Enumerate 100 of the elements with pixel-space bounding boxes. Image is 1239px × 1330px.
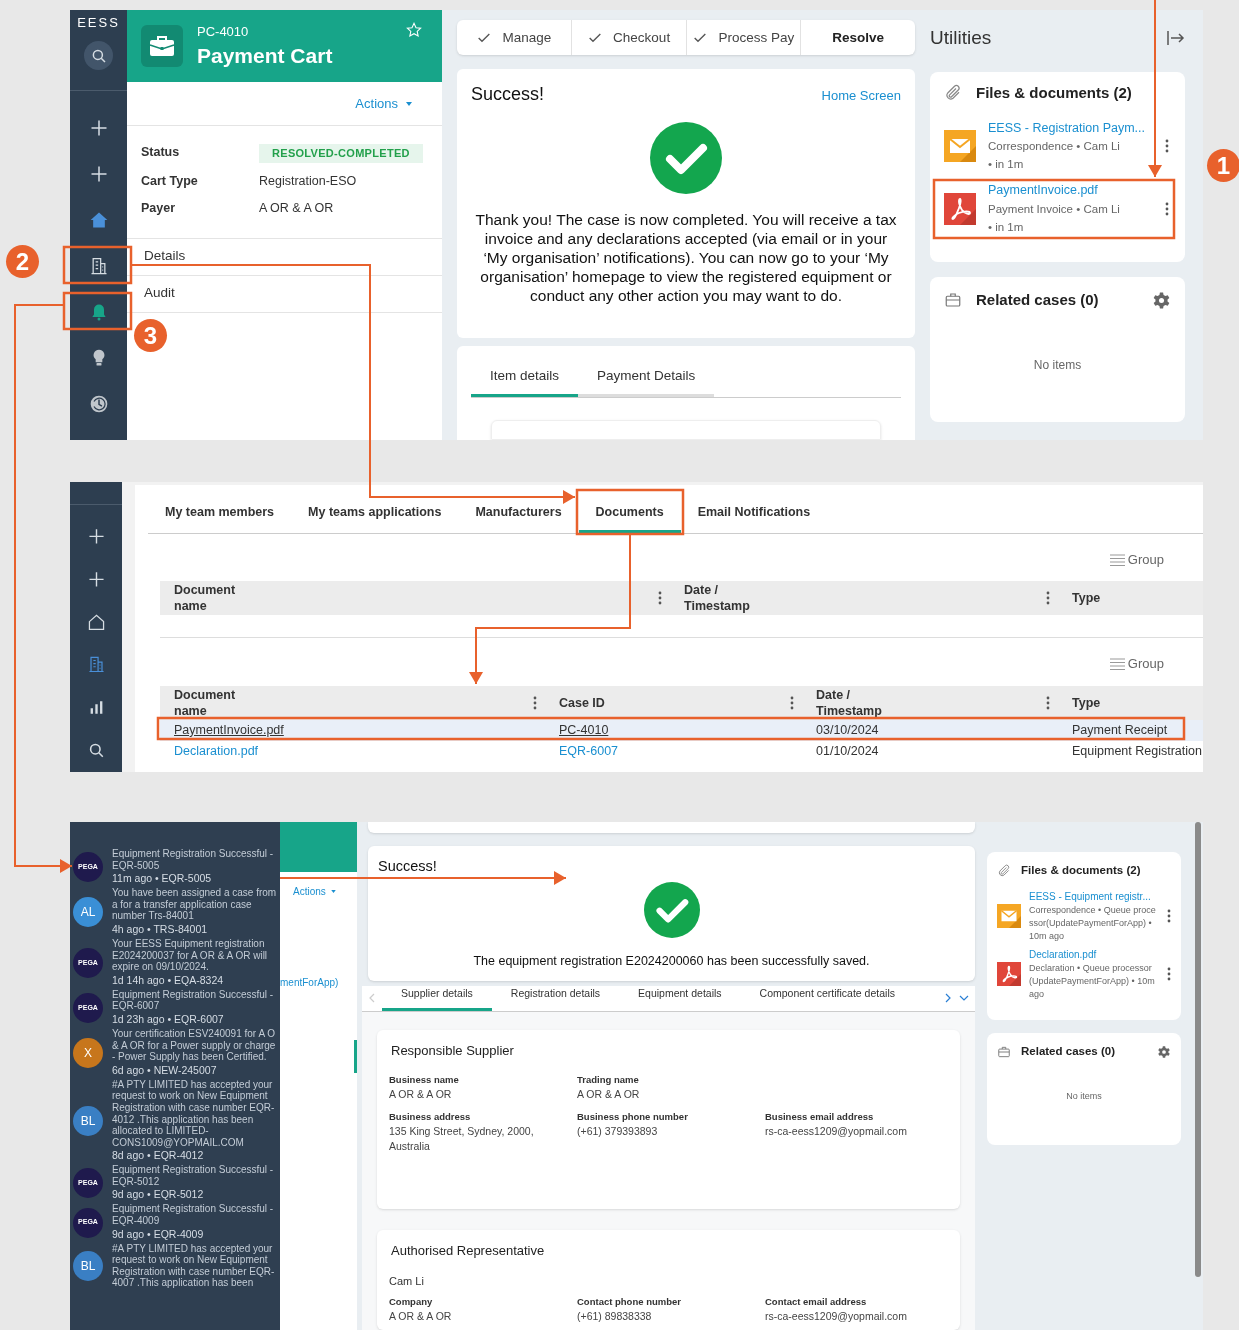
representative-name: Cam Li — [389, 1273, 425, 1289]
field-value: 135 King Street, Sydney, 2000, Australia — [389, 1124, 535, 1154]
success-message: The equipment registration E2024200060 has been successfully saved. — [473, 952, 870, 970]
avatar: BL — [73, 1106, 103, 1136]
avatar: BL — [73, 1250, 103, 1281]
column-header[interactable]: Type — [1058, 581, 1203, 616]
actions-button[interactable]: Actions — [355, 93, 412, 114]
column-header[interactable]: Date / Timestamp — [670, 581, 1058, 616]
notification-text[interactable]: Your EESS Equipment registration E2024200037 for A OR & A OR will expire on 09/10/2024. — [112, 937, 278, 973]
field-label: Contact email address — [765, 1295, 868, 1309]
callout-number: 1 — [1207, 149, 1239, 182]
file-meta: Declaration • Queue processor(UpdatePaymentForApp) • 10m ago — [1029, 962, 1156, 1002]
field-value: A OR & A OR — [577, 1086, 641, 1102]
actions-button[interactable]: Actions — [293, 884, 357, 899]
notification-text[interactable]: #A PTY LIMITED has accepted your request to work on New Equipment Registration with case number EQR-4012 .This application has been allocated to LIMITED-CONS1009@YOPMAIL.COM — [112, 1078, 278, 1149]
field-label: Trading name — [577, 1072, 640, 1087]
tab[interactable]: Component certificate details — [740, 986, 914, 1011]
tab[interactable]: My team members — [148, 491, 292, 533]
field-label: Payer — [141, 199, 177, 217]
status-badge: RESOLVED-COMPLETED — [259, 144, 423, 163]
field-label: Business name — [389, 1072, 460, 1087]
file-meta: Correspondence • Cam Li • in 1m — [988, 139, 1121, 173]
tab[interactable]: Equipment details — [619, 986, 741, 1011]
field-label: Cart Type — [141, 173, 199, 190]
group-button[interactable]: Group — [1109, 549, 1164, 570]
table-link[interactable]: PaymentInvoice.pdf — [160, 720, 545, 740]
tab[interactable]: Registration details — [491, 986, 620, 1011]
table-link[interactable]: PC-4010 — [545, 720, 802, 740]
notification-text[interactable]: Equipment Registration Successful - EQR-5012 — [112, 1164, 278, 1188]
notification-text[interactable]: Equipment Registration Successful - EQR-5005 — [112, 848, 278, 872]
success-message: Thank you! The case is now completed. You will receive a tax invoice and any declarations accepted (via email or in your ‘My organisation’ notifications). You can now go to your ‘My organisation’ homepage to view the registered equipment or conduct any other action you may want to do. — [474, 210, 898, 306]
file-link[interactable]: EESS - Registration Paym... — [988, 118, 1153, 138]
file-link[interactable]: EESS - Equipment registr... — [1029, 889, 1159, 905]
table-link[interactable]: Declaration.pdf — [160, 741, 545, 761]
column-header[interactable]: Document name — [160, 685, 545, 720]
success-title: Success! — [378, 857, 437, 874]
field-value: A OR & A OR — [389, 1309, 453, 1325]
tab[interactable]: Payment Details — [578, 365, 715, 397]
file-link[interactable]: PaymentInvoice.pdf — [988, 181, 1153, 200]
file-link[interactable]: Declaration.pdf — [1029, 947, 1159, 963]
home-screen-link[interactable]: Home Screen — [821, 86, 901, 106]
field-value: A OR & A OR — [389, 1086, 453, 1102]
card-title: Related cases (0) — [1021, 1044, 1116, 1059]
case-id: PC-4010 — [197, 23, 250, 42]
stage[interactable]: Process Pay — [685, 20, 801, 56]
notification-time: 6d ago • NEW-245007 — [112, 1062, 218, 1078]
notification-text[interactable]: Equipment Registration Successful - EQR-4009 — [112, 1203, 278, 1227]
column-header[interactable]: Case ID — [545, 685, 802, 720]
notification-text[interactable]: Equipment Registration Successful - EQR-6007 — [112, 988, 278, 1012]
empty-message: No items — [1032, 356, 1083, 374]
tab[interactable]: Email Notifications — [680, 491, 828, 533]
tab[interactable]: My teams applications — [291, 491, 459, 533]
panel-title: Utilities — [930, 25, 992, 50]
file-meta: Correspondence • Queue processor(UpdatePaymentForApp) • 10m ago — [1029, 904, 1157, 944]
tab[interactable]: Manufacturers — [458, 491, 579, 533]
group-button[interactable]: Group — [1109, 654, 1164, 674]
avatar: X — [73, 1037, 103, 1068]
card-title: Related cases (0) — [976, 290, 1100, 310]
logo: EESS — [77, 14, 120, 32]
section-title: Responsible Supplier — [391, 1042, 515, 1060]
callout-number: 2 — [6, 245, 39, 278]
table-cell-text: 01/10/2024 — [815, 742, 880, 760]
column-header[interactable]: Document name — [160, 581, 670, 616]
field-value: rs-ca-eess1209@yopmail.com — [765, 1309, 908, 1325]
field-label: Business phone number — [577, 1109, 689, 1124]
column-header[interactable]: Date / Timestamp — [802, 685, 1058, 720]
case-title: Payment Cart — [197, 42, 333, 69]
field-value: A OR & A OR — [259, 199, 335, 217]
field-value: Registration-ESO — [259, 173, 358, 190]
notification-time: 8d ago • EQR-4012 — [112, 1148, 205, 1164]
stage[interactable]: Checkout — [570, 20, 686, 56]
field-label: Business address — [389, 1109, 472, 1124]
table-link[interactable]: EQR-6007 — [545, 741, 802, 761]
field-label: Status — [141, 143, 181, 161]
link-fragment: mentForApp) — [280, 976, 340, 990]
card-title: Files & documents (2) — [976, 83, 1132, 103]
notification-time: 1d 14h ago • EQA-8324 — [112, 972, 225, 988]
field-label: Company — [389, 1295, 434, 1309]
notification-time: 9d ago • EQR-4009 — [112, 1226, 205, 1242]
tab[interactable]: Documents — [578, 491, 681, 533]
notification-time: 4h ago • TRS-84001 — [112, 921, 209, 937]
field-label: Contact phone number — [577, 1295, 682, 1309]
table-cell-text: Equipment Registration — [1071, 742, 1203, 760]
stage[interactable]: Manage — [457, 20, 571, 56]
table-cell-text: 03/10/2024 — [815, 721, 880, 739]
notification-time: 11m ago • EQR-5005 — [112, 871, 213, 887]
notification-text[interactable]: #A PTY LIMITED has accepted your request to work on New Equipment Registration with case number EQR-4007 .This application has been — [112, 1242, 278, 1290]
stage[interactable]: Resolve — [800, 20, 915, 56]
table-cell-text: Payment Receipt — [1071, 721, 1169, 739]
section-title: Authorised Representative — [391, 1242, 546, 1260]
field-value: (+61) 89838338 — [577, 1309, 653, 1325]
notification-text[interactable]: You have been assigned a case from a for a transfer application case number Trs-84001 — [112, 887, 278, 922]
notification-time: 9d ago • EQR-5012 — [112, 1187, 205, 1203]
empty-message: No items — [1065, 1090, 1103, 1104]
field-value: (+61) 379393893 — [577, 1124, 659, 1139]
avatar: AL — [73, 897, 103, 928]
notification-text[interactable]: Your certification ESV240091 for A O & A OR for a Power supply or charge - Power Supply has been Certified. — [112, 1027, 278, 1063]
card-title: Files & documents (2) — [1021, 863, 1141, 878]
tab[interactable]: Item details — [471, 365, 579, 397]
column-header[interactable]: Type — [1058, 685, 1203, 720]
